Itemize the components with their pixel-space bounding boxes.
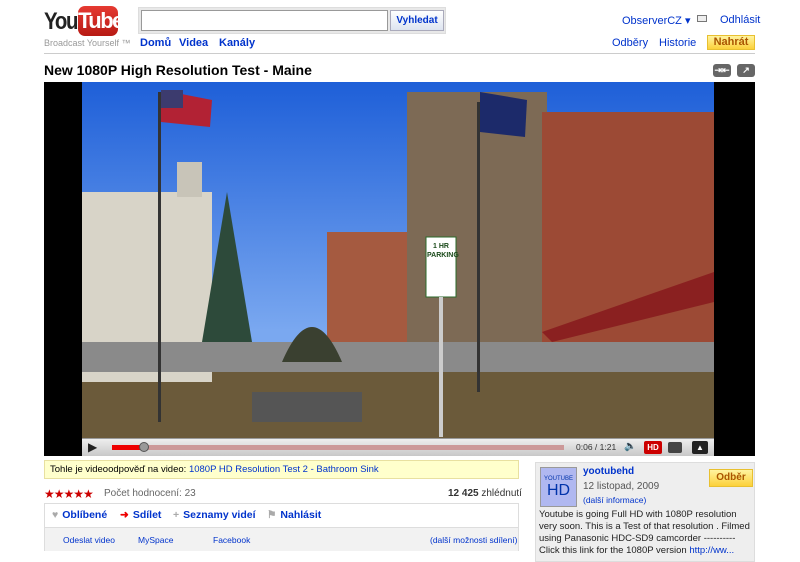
collapse-icon[interactable]: ⇥⇤: [713, 64, 731, 77]
play-icon[interactable]: ▶: [88, 440, 97, 454]
brick-building: [327, 232, 417, 342]
description-link[interactable]: http://ww...: [689, 545, 734, 556]
flag-button[interactable]: ⚑ Nahlásit: [267, 509, 321, 521]
share-more[interactable]: (další možnosti sdílení): [430, 535, 517, 545]
video-scene: [82, 90, 714, 438]
plus-icon: +: [173, 509, 180, 521]
views-number: 12 425: [448, 488, 479, 499]
logout-link[interactable]: Odhlásit: [720, 14, 760, 26]
upload-button[interactable]: Nahrát: [707, 35, 755, 50]
flagpole: [158, 92, 161, 422]
progress-bar[interactable]: [112, 445, 564, 450]
views-label: zhlédnutí: [478, 488, 522, 499]
more-info-link[interactable]: (další informace): [583, 495, 646, 505]
video-frame[interactable]: 1 HR PARKING: [82, 82, 714, 438]
subscriptions-link[interactable]: Odběry: [612, 37, 648, 49]
rating-count: Počet hodnocení: 23: [104, 488, 196, 499]
favorite-label: Oblíbené: [62, 509, 108, 521]
action-bar: ♥ Oblíbené ➜ Sdílet + Seznamy videí ⚑ Nahlás…: [44, 503, 519, 551]
search-button[interactable]: Vyhledat: [390, 10, 444, 31]
avatar-hd: HD: [546, 482, 571, 499]
channel-panel: YOUTUBE HD yootubehd 12 listopad, 2009 (…: [535, 462, 755, 562]
share-button[interactable]: ➜ Sdílet: [120, 509, 161, 521]
history-link[interactable]: Historie: [659, 37, 696, 49]
logo-text-you: You: [44, 8, 78, 35]
subscribe-button[interactable]: Odběr: [709, 469, 753, 487]
logo-text-tube: Tube: [78, 6, 124, 36]
popout-icon[interactable]: ↗: [737, 64, 755, 77]
view-count: 12 425 zhlédnutí: [448, 488, 522, 499]
share-options: Odeslat video MySpace Facebook (další mo…: [45, 527, 518, 551]
parking-sign-text: 1 HR PARKING: [427, 243, 459, 259]
heart-icon: ♥: [52, 509, 59, 521]
playlists-button[interactable]: + Seznamy videí: [173, 509, 256, 521]
youtube-logo[interactable]: You Tube: [44, 6, 124, 36]
player-controls: ▶ 0:06 / 1:21 🔈 HD ▲: [82, 438, 714, 456]
rating-stars[interactable]: ★★★★★: [44, 487, 94, 501]
video-description: Youtube is going Full HD with 1080P reso…: [539, 509, 753, 557]
video-response-notice: Tohle je videoodpověď na video: 1080P HD…: [44, 460, 519, 479]
nav-home[interactable]: Domů: [140, 37, 171, 49]
arrow-icon: ➜: [120, 509, 129, 521]
playlists-label: Seznamy videí: [183, 509, 256, 521]
share-email[interactable]: Odeslat video: [63, 535, 115, 545]
flag-icon: ⚑: [267, 509, 277, 521]
scrubber-handle[interactable]: [138, 442, 149, 452]
favorite-button[interactable]: ♥ Oblíbené: [52, 509, 107, 521]
time-display: 0:06 / 1:21: [576, 442, 617, 452]
response-prefix: Tohle je videoodpověď na video:: [50, 464, 189, 475]
nav-videos[interactable]: Videa: [179, 37, 208, 49]
video-title: New 1080P High Resolution Test - Maine: [44, 62, 312, 78]
divider: [44, 53, 755, 54]
flag-label: Nahlásit: [280, 509, 322, 521]
nav-channels[interactable]: Kanály: [219, 37, 255, 49]
wide-mode-icon[interactable]: [668, 442, 682, 453]
fullscreen-icon[interactable]: ▲: [692, 441, 708, 454]
share-label: Sdílet: [132, 509, 162, 521]
share-myspace[interactable]: MySpace: [138, 535, 173, 545]
video-player[interactable]: 1 HR PARKING ▶ 0:06 / 1:21 🔈 HD ▲: [44, 82, 755, 456]
response-video-link[interactable]: 1080P HD Resolution Test 2 - Bathroom Si…: [189, 464, 379, 475]
volume-icon[interactable]: 🔈: [624, 441, 636, 452]
street: [82, 342, 714, 372]
upload-date: 12 listopad, 2009: [583, 481, 660, 492]
channel-name[interactable]: yootubehd: [583, 466, 634, 477]
channel-avatar[interactable]: YOUTUBE HD: [540, 467, 577, 507]
slogan: Broadcast Yourself ™: [44, 38, 131, 48]
hd-button[interactable]: HD: [644, 441, 662, 454]
user-menu[interactable]: ObserverCZ ▾: [622, 14, 690, 27]
share-facebook[interactable]: Facebook: [213, 535, 250, 545]
search-input[interactable]: [141, 10, 388, 31]
mail-icon[interactable]: [697, 15, 707, 22]
